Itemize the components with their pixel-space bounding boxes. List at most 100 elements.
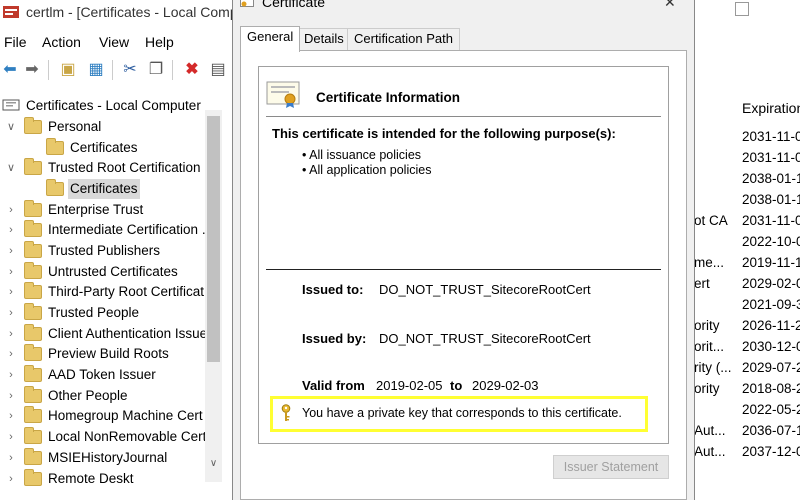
chevron-right-icon[interactable]: › — [6, 324, 16, 344]
list-cell-expiration[interactable]: 2018-08-2 — [742, 381, 800, 396]
menu-help[interactable]: Help — [145, 34, 174, 50]
chevron-right-icon[interactable]: › — [6, 220, 16, 240]
forward-arrow-icon[interactable]: ➡ — [22, 60, 42, 80]
tree-scrollbar-thumb[interactable] — [207, 116, 220, 362]
menu-bar: File Action View Help — [0, 32, 240, 54]
list-cell-expiration[interactable]: 2029-02-0 — [742, 276, 800, 291]
list-cell-expiration[interactable]: 2037-12-0 — [742, 444, 800, 459]
tree-item-trusted-root-certificates[interactable]: Certificates — [0, 179, 222, 199]
folder-icon — [24, 241, 42, 258]
list-cell-issued-by: Aut... — [694, 444, 726, 459]
list-cell-expiration[interactable]: 2021-09-3 — [742, 297, 800, 312]
scroll-down-icon[interactable]: ∨ — [205, 458, 222, 474]
purpose-item: • All application policies — [302, 163, 432, 177]
tree-item-label: Certificates — [70, 140, 138, 155]
tree-item-remote-desktop[interactable]: › Remote Deskt — [0, 469, 222, 489]
tree-item-other-people[interactable]: › Other People — [0, 386, 222, 406]
expiration-column-header[interactable]: Expiration — [742, 100, 800, 116]
maximize-icon[interactable] — [735, 2, 749, 16]
valid-from-value: 2019-02-05 — [376, 378, 443, 393]
list-cell-expiration[interactable]: 2038-01-1 — [742, 171, 800, 186]
folder-icon — [24, 200, 42, 217]
list-cell-issued-by: ority — [694, 318, 720, 333]
chevron-right-icon[interactable]: › — [6, 241, 16, 261]
tree-item-homegroup[interactable]: › Homegroup Machine Cert — [0, 406, 222, 426]
tree-item-enterprise-trust[interactable]: › Enterprise Trust — [0, 200, 222, 220]
chevron-right-icon[interactable]: › — [6, 448, 16, 468]
menu-view[interactable]: View — [99, 34, 129, 50]
tree-item-label: Client Authentication Issue — [48, 326, 208, 341]
back-arrow-icon[interactable]: ⬅ — [0, 60, 20, 80]
tree-item-trusted-publishers[interactable]: › Trusted Publishers — [0, 241, 222, 261]
chevron-right-icon[interactable]: › — [6, 469, 16, 489]
background-window-title: certlm - [Certificates - Local Comp — [26, 4, 238, 20]
tree-item-label: MSIEHistoryJournal — [48, 450, 168, 465]
list-cell-expiration[interactable]: 2026-11-2 — [742, 318, 800, 333]
menu-file[interactable]: File — [4, 34, 27, 50]
tree-item-label: Other People — [48, 388, 128, 403]
folder-icon — [24, 220, 42, 237]
console-tree: Certificates - Local Computer ∨ Personal… — [0, 92, 222, 500]
list-cell-expiration[interactable]: 2038-01-1 — [742, 192, 800, 207]
issued-by-value: DO_NOT_TRUST_SitecoreRootCert — [379, 331, 591, 346]
chevron-down-icon[interactable]: ∨ — [6, 117, 16, 137]
list-cell-issued-by: orit... — [694, 339, 725, 354]
tree-item-personal[interactable]: ∨ Personal — [0, 117, 222, 137]
tree-item-personal-certificates[interactable]: Certificates — [0, 138, 222, 158]
chevron-right-icon[interactable]: › — [6, 344, 16, 364]
tab-general[interactable]: General — [240, 26, 301, 52]
list-cell-expiration[interactable]: 2031-11-0 — [742, 213, 800, 228]
properties-icon[interactable]: ▤ — [208, 60, 228, 80]
tree-item-client-auth[interactable]: › Client Authentication Issue — [0, 324, 222, 344]
certificate-info-icon — [266, 81, 300, 108]
list-cell-expiration[interactable]: 2031-11-0 — [742, 129, 800, 144]
delete-icon[interactable]: ✖ — [182, 60, 202, 80]
tree-item-local-nonremovable[interactable]: › Local NonRemovable Certi — [0, 427, 222, 447]
chevron-right-icon[interactable]: › — [6, 303, 16, 323]
tree-item-aad-token[interactable]: › AAD Token Issuer — [0, 365, 222, 385]
folder-icon — [24, 262, 42, 279]
show-hide-tree-icon[interactable]: ▦ — [86, 60, 106, 80]
toolbar: ⬅ ➡ ▣ ▦ ✂ ❐ ✖ ▤ — [0, 56, 240, 84]
tree-item-untrusted[interactable]: › Untrusted Certificates — [0, 262, 222, 282]
tree-item-msie-history[interactable]: › MSIEHistoryJournal — [0, 448, 222, 468]
tree-item-label: Personal — [48, 119, 102, 134]
cut-icon[interactable]: ✂ — [120, 60, 140, 80]
close-icon[interactable]: ✕ — [664, 0, 676, 11]
tree-item-intermediate[interactable]: › Intermediate Certification . — [0, 220, 222, 240]
list-cell-expiration[interactable]: 2029-07-2 — [742, 360, 800, 375]
chevron-right-icon[interactable]: › — [6, 406, 16, 426]
tree-item-preview-build[interactable]: › Preview Build Roots — [0, 344, 222, 364]
tab-details[interactable]: Details — [297, 28, 351, 50]
list-cell-expiration[interactable]: 2030-12-0 — [742, 339, 800, 354]
tree-item-label: Remote Deskt — [48, 471, 134, 486]
chevron-right-icon[interactable]: › — [6, 262, 16, 282]
chevron-right-icon[interactable]: › — [6, 200, 16, 220]
up-folder-icon[interactable]: ▣ — [58, 60, 78, 80]
folder-icon — [24, 365, 42, 382]
folder-icon — [24, 406, 42, 423]
tree-item-label: Third-Party Root Certificat — [48, 284, 205, 299]
chevron-down-icon[interactable]: ∨ — [6, 158, 16, 178]
copy-icon[interactable]: ❐ — [146, 60, 166, 80]
chevron-right-icon[interactable]: › — [6, 386, 16, 406]
list-cell-expiration[interactable]: 2019-11-1 — [742, 255, 800, 270]
list-cell-expiration[interactable]: 2036-07-1 — [742, 423, 800, 438]
issuer-statement-button[interactable]: Issuer Statement — [553, 455, 669, 479]
chevron-right-icon[interactable]: › — [6, 282, 16, 302]
tree-item-trusted-root[interactable]: ∨ Trusted Root Certification . — [0, 158, 222, 178]
toolbar-separator — [48, 60, 49, 80]
list-cell-expiration[interactable]: 2022-05-2 — [742, 402, 800, 417]
tree-item-third-party-root[interactable]: › Third-Party Root Certificat — [0, 282, 222, 302]
chevron-right-icon[interactable]: › — [6, 427, 16, 447]
folder-icon — [24, 386, 42, 403]
tree-item-label: Trusted Root Certification . — [48, 160, 209, 175]
folder-icon — [24, 303, 42, 320]
tab-certification-path[interactable]: Certification Path — [347, 28, 460, 50]
tree-item-trusted-people[interactable]: › Trusted People — [0, 303, 222, 323]
menu-action[interactable]: Action — [42, 34, 81, 50]
list-cell-expiration[interactable]: 2022-10-0 — [742, 234, 800, 249]
chevron-right-icon[interactable]: › — [6, 365, 16, 385]
divider — [266, 116, 661, 117]
list-cell-expiration[interactable]: 2031-11-0 — [742, 150, 800, 165]
